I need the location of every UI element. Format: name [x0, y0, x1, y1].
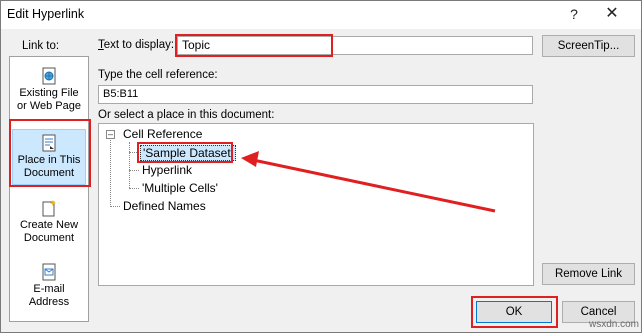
remove-link-button[interactable]: Remove Link: [542, 263, 635, 285]
edit-hyperlink-dialog: Edit Hyperlink ? ✕ Link to: Text to disp…: [0, 0, 642, 333]
watermark: wsxdn.com: [589, 319, 640, 330]
annotation-box-ok: [471, 296, 558, 328]
